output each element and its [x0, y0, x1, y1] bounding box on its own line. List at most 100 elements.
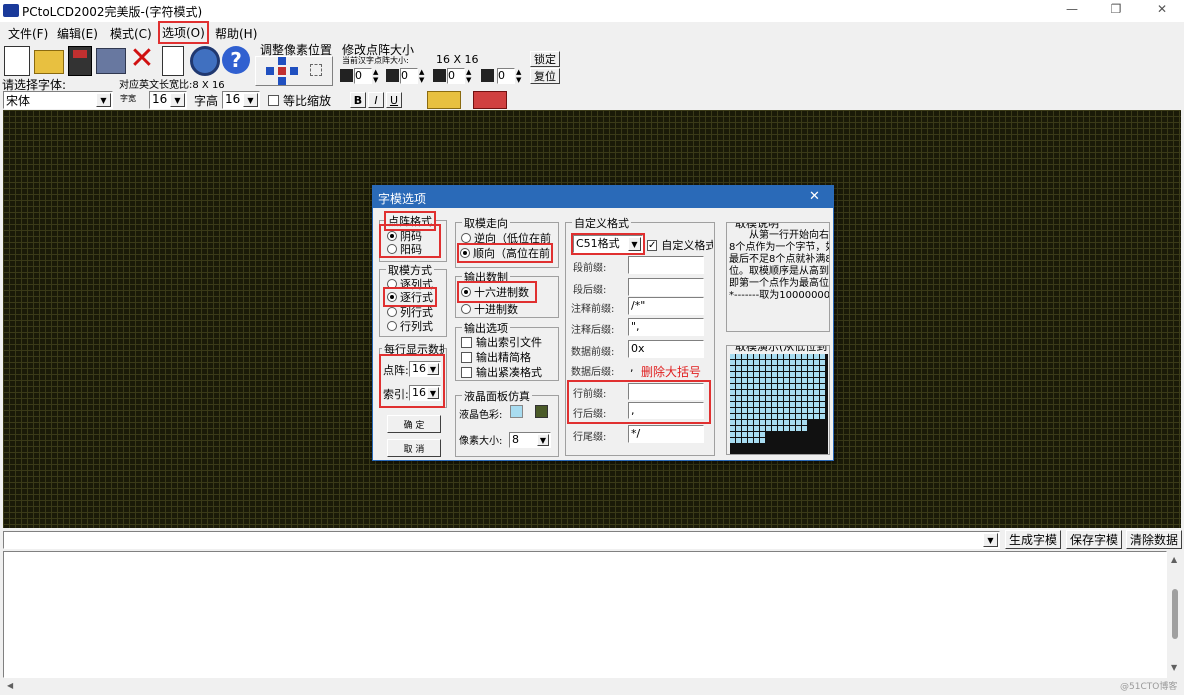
demo-cell [730, 408, 735, 413]
close-button[interactable]: ✕ [1150, 2, 1174, 16]
underline-button[interactable]: U [386, 92, 402, 108]
custom-format-checkbox[interactable]: ✓ 自定义格式 [647, 237, 713, 253]
chevron-down-icon[interactable]: ▼ [96, 93, 111, 107]
segment-suffix-field[interactable] [628, 278, 704, 296]
menu-edit[interactable]: 编辑(E) [57, 25, 98, 42]
font-select[interactable]: 宋体 ▼ [3, 91, 113, 109]
open-folder-icon[interactable] [34, 50, 64, 74]
chevron-down-icon[interactable]: ▼ [170, 93, 185, 107]
restore-button[interactable]: ❐ [1104, 2, 1128, 16]
format-select[interactable]: C51格式 ▼ [571, 233, 645, 255]
row-prefix-field[interactable] [628, 383, 704, 400]
rotate-icon[interactable] [427, 91, 461, 109]
height-select[interactable]: 16 ▼ [222, 91, 260, 109]
index-count-select[interactable]: 16 ▼ [409, 385, 441, 401]
checkbox-tight[interactable]: 输出紧凑格式 [461, 364, 542, 380]
chevron-down-icon[interactable]: ▼ [427, 387, 439, 399]
radio-decimal[interactable]: 十进制数 [461, 301, 518, 317]
lcd-color-swatch[interactable] [510, 405, 523, 418]
radio-hex[interactable]: 十六进制数 [457, 281, 537, 303]
move-left-icon[interactable] [266, 67, 274, 75]
dot-count-select[interactable]: 16 ▼ [409, 361, 441, 377]
checkbox-index-file[interactable]: 输出索引文件 [461, 334, 542, 350]
row-end-field[interactable]: */ [628, 425, 704, 443]
spin-4[interactable]: 0 [497, 68, 515, 84]
checkbox-compact[interactable]: 输出精简格 [461, 349, 531, 365]
cancel-button[interactable]: 取 消 [387, 439, 441, 457]
demo-cell [772, 426, 777, 431]
spin-3-arrows[interactable]: ▲ ▼ [466, 68, 475, 84]
spin-1[interactable]: 0 [354, 68, 372, 84]
output-selector[interactable]: ▼ [3, 531, 1000, 549]
segment-prefix-field[interactable] [628, 256, 704, 274]
data-prefix-field[interactable]: 0x [628, 340, 704, 358]
minimize-button[interactable]: — [1060, 2, 1084, 16]
spin-2[interactable]: 0 [400, 68, 418, 84]
menu-mode[interactable]: 模式(C) [110, 25, 152, 42]
move-down-icon[interactable] [278, 77, 286, 85]
save-button[interactable]: 保存字模 [1066, 530, 1122, 549]
document-icon[interactable] [162, 46, 184, 76]
chevron-down-icon[interactable]: ▼ [983, 533, 998, 547]
radio-row[interactable]: 逐行式 [383, 287, 437, 307]
move-right-icon[interactable] [290, 67, 298, 75]
comment-prefix-field[interactable]: /*" [628, 297, 704, 315]
center-icon[interactable] [278, 67, 286, 75]
help-icon[interactable]: ? [222, 46, 250, 74]
demo-cell [772, 396, 777, 401]
chevron-down-icon[interactable]: ▼ [427, 363, 439, 375]
dot-color-swatch[interactable] [535, 405, 548, 418]
menu-file[interactable]: 文件(F) [8, 25, 48, 42]
new-file-icon[interactable] [4, 46, 30, 76]
height-grow-icon[interactable] [481, 69, 494, 82]
height-shrink-icon[interactable] [386, 69, 399, 82]
chevron-down-icon[interactable]: ▼ [628, 237, 641, 251]
save-disk-icon[interactable] [68, 46, 92, 76]
lock-button[interactable]: 锁定 [530, 51, 560, 67]
demo-cell [742, 438, 747, 443]
mirror-icon[interactable] [473, 91, 507, 109]
dialog-close-icon[interactable]: ✕ [809, 189, 820, 204]
spin-1-arrows[interactable]: ▲ ▼ [373, 68, 382, 84]
chevron-down-icon[interactable]: ▼ [537, 434, 549, 446]
scale-checkbox[interactable]: 等比缩放 [268, 92, 331, 109]
demo-cell [820, 444, 825, 449]
clear-button[interactable]: 清除数据 [1126, 530, 1182, 549]
spin-4-arrows[interactable]: ▲ ▼ [516, 68, 525, 84]
generate-button[interactable]: 生成字模 [1005, 530, 1061, 549]
settings-gear-icon[interactable] [190, 46, 220, 76]
bold-button[interactable]: B [350, 92, 366, 108]
delete-icon[interactable]: ✕ [128, 44, 156, 76]
width-shrink-icon[interactable] [340, 69, 353, 82]
spin-2-arrows[interactable]: ▲ ▼ [419, 68, 428, 84]
data-suffix-field[interactable]: , [628, 360, 638, 378]
italic-button[interactable]: I [368, 92, 384, 108]
width-grow-icon[interactable] [433, 69, 446, 82]
demo-title: 取模演示(从低位到 [733, 346, 829, 354]
chevron-down-icon[interactable]: ▼ [243, 93, 258, 107]
reset-button[interactable]: 复位 [530, 68, 560, 84]
radio-positive[interactable]: 阳码 [387, 241, 422, 257]
radio-row-column[interactable]: 行列式 [387, 318, 433, 334]
scroll-left-icon[interactable]: ◀ [7, 681, 13, 690]
scroll-up-icon[interactable]: ▲ [1171, 555, 1177, 564]
demo-cell [778, 438, 783, 443]
move-up-icon[interactable] [278, 57, 286, 65]
menu-options[interactable]: 选项(O) [158, 21, 209, 44]
width-select[interactable]: 16 ▼ [149, 91, 187, 109]
radio-reverse[interactable]: 逆向（低位在前 [461, 230, 551, 246]
scroll-thumb[interactable] [1172, 589, 1178, 639]
print-icon[interactable] [96, 48, 126, 74]
comment-suffix-field[interactable]: ", [628, 318, 704, 336]
radio-forward[interactable]: 顺向（高位在前 [457, 243, 553, 263]
menu-help[interactable]: 帮助(H) [215, 25, 257, 42]
vertical-scrollbar[interactable]: ▲ ▼ [1167, 551, 1184, 678]
frame-icon[interactable] [310, 64, 322, 76]
spin-3[interactable]: 0 [447, 68, 465, 84]
scroll-down-icon[interactable]: ▼ [1171, 663, 1177, 672]
row-suffix-field[interactable]: , [628, 402, 704, 419]
ok-button[interactable]: 确 定 [387, 415, 441, 433]
horizontal-scrollbar[interactable]: ◀ [3, 678, 1167, 695]
pixel-size-select[interactable]: 8 ▼ [509, 432, 551, 448]
output-textarea[interactable] [3, 551, 1167, 678]
